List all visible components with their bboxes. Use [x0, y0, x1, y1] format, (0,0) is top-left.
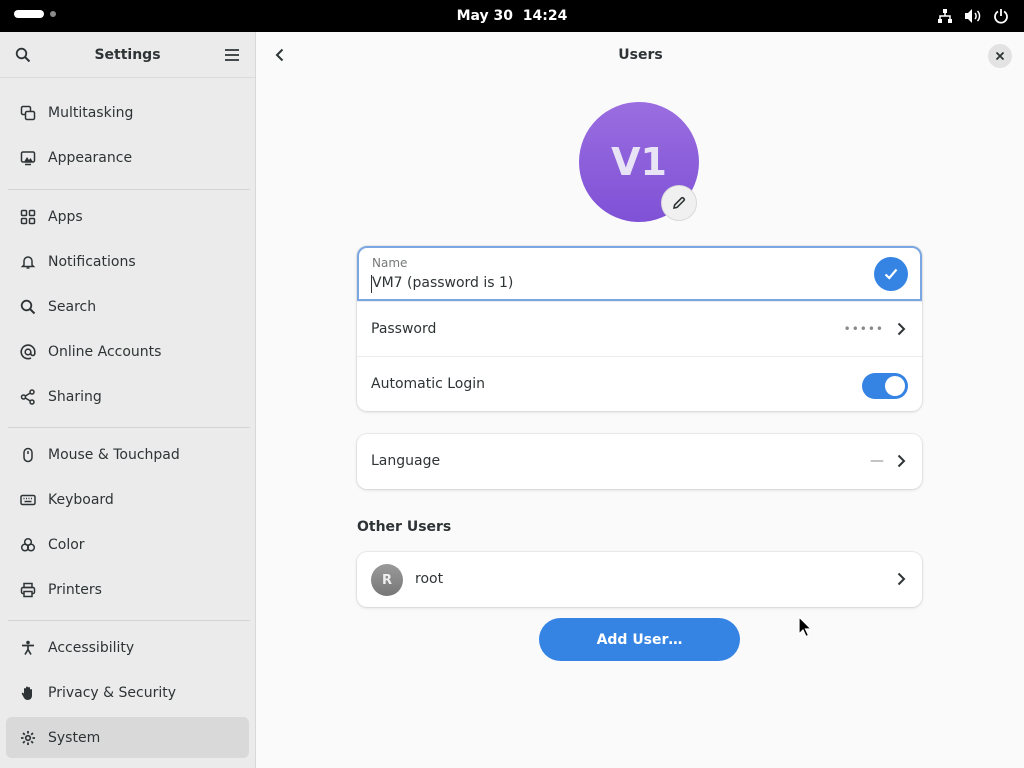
edit-avatar-button[interactable] [661, 185, 697, 221]
sidebar-item-label: Online Accounts [48, 343, 162, 360]
clock-date[interactable]: May 30 [457, 8, 513, 24]
volume-icon[interactable] [964, 6, 982, 26]
sidebar-item-label: Printers [48, 581, 102, 598]
gear-icon [18, 728, 38, 748]
sidebar-divider [8, 189, 250, 190]
name-caption: Name [372, 256, 408, 270]
other-users-list: R root [357, 552, 922, 607]
apps-icon [18, 207, 38, 227]
sidebar-header: Settings [0, 32, 255, 78]
clock[interactable]: May 30 14:24 [0, 0, 1024, 32]
close-button[interactable] [988, 44, 1012, 68]
appearance-icon [18, 148, 38, 168]
multitasking-icon [18, 103, 38, 123]
clock-time[interactable]: 14:24 [523, 8, 568, 24]
accessibility-icon [18, 638, 38, 658]
share-icon [18, 387, 38, 407]
chevron-right-icon [894, 570, 908, 588]
printer-icon [18, 580, 38, 600]
language-label: Language [371, 453, 441, 469]
bell-icon [18, 252, 38, 272]
users-panel: Users V1 Name VM7 (password is 1) Passwo… [257, 32, 1024, 768]
automatic-login-label: Automatic Login [371, 376, 486, 392]
main-header: Users [257, 32, 1024, 78]
sidebar-item-label: Search [48, 298, 97, 315]
confirm-name-button[interactable] [874, 257, 908, 291]
hand-icon [18, 683, 38, 703]
page-title: Users [618, 47, 663, 63]
network-icon[interactable] [936, 6, 954, 26]
sidebar-item-label: Apps [48, 208, 83, 225]
add-user-button[interactable]: Add User… [539, 618, 740, 661]
sidebar-title: Settings [94, 47, 161, 63]
pencil-icon [672, 196, 686, 210]
sidebar-item-multitasking[interactable]: Multitasking [6, 92, 249, 133]
sidebar-item-label: Appearance [48, 149, 133, 166]
sidebar-item-label: Multitasking [48, 104, 134, 121]
sidebar-item-privacy-security[interactable]: Privacy & Security [6, 672, 249, 713]
sidebar-item-sharing[interactable]: Sharing [6, 376, 249, 417]
sidebar-item-label: Sharing [48, 388, 102, 405]
sidebar-divider [8, 620, 250, 621]
sidebar-item-label: Mouse & Touchpad [48, 446, 180, 463]
sidebar-item-apps[interactable]: Apps [6, 196, 249, 237]
system-tray[interactable] [936, 6, 1010, 26]
account-card: Name VM7 (password is 1) Password ••••• … [357, 246, 922, 411]
mouse-pointer-icon [798, 615, 813, 642]
password-mask: ••••• [843, 322, 884, 336]
password-label: Password [371, 321, 437, 337]
list-item[interactable]: R root [357, 552, 922, 607]
sidebar: Settings Multitasking Appearance Apps No… [0, 32, 256, 768]
sidebar-item-notifications[interactable]: Notifications [6, 241, 249, 282]
name-field[interactable]: VM7 (password is 1) [370, 275, 513, 293]
sidebar-item-label: Keyboard [48, 491, 114, 508]
language-value: — [870, 453, 884, 469]
color-icon [18, 535, 38, 555]
sidebar-item-online-accounts[interactable]: Online Accounts [6, 331, 249, 372]
sidebar-item-mouse-touchpad[interactable]: Mouse & Touchpad [6, 434, 249, 475]
sidebar-item-color[interactable]: Color [6, 524, 249, 565]
at-icon [18, 342, 38, 362]
chevron-right-icon [894, 452, 908, 470]
sidebar-item-system[interactable]: System [6, 717, 249, 758]
automatic-login-row: Automatic Login [357, 356, 922, 411]
workspace-indicator-inactive [50, 11, 56, 17]
other-users-heading: Other Users [357, 519, 452, 535]
keyboard-icon [18, 490, 38, 510]
password-row[interactable]: Password ••••• [357, 301, 922, 356]
sidebar-divider [8, 427, 250, 428]
workspace-indicator-active [14, 10, 44, 18]
sidebar-item-label: Accessibility [48, 639, 135, 656]
search-icon [18, 297, 38, 317]
checkmark-icon [884, 268, 898, 280]
activities-button[interactable] [14, 10, 56, 18]
mouse-icon [18, 445, 38, 465]
avatar-initials: V1 [611, 140, 667, 184]
language-card: Language — [357, 434, 922, 489]
sidebar-item-label: Privacy & Security [48, 684, 176, 701]
top-bar: May 30 14:24 [0, 0, 1024, 32]
hamburger-menu-icon[interactable] [221, 44, 243, 66]
sidebar-item-search[interactable]: Search [6, 286, 249, 327]
language-row[interactable]: Language — [357, 434, 922, 489]
close-icon [995, 51, 1005, 61]
name-entry-row[interactable]: Name VM7 (password is 1) [357, 246, 922, 301]
power-icon[interactable] [992, 6, 1010, 26]
chevron-right-icon [894, 320, 908, 338]
sidebar-item-accessibility[interactable]: Accessibility [6, 627, 249, 668]
user-name: root [415, 571, 444, 587]
sidebar-item-label: System [48, 729, 101, 746]
sidebar-item-appearance[interactable]: Appearance [6, 137, 249, 178]
sidebar-item-keyboard[interactable]: Keyboard [6, 479, 249, 520]
sidebar-item-printers[interactable]: Printers [6, 569, 249, 610]
automatic-login-toggle[interactable] [862, 373, 908, 399]
sidebar-item-label: Color [48, 536, 85, 553]
avatar: R [371, 564, 403, 596]
sidebar-item-label: Notifications [48, 253, 136, 270]
